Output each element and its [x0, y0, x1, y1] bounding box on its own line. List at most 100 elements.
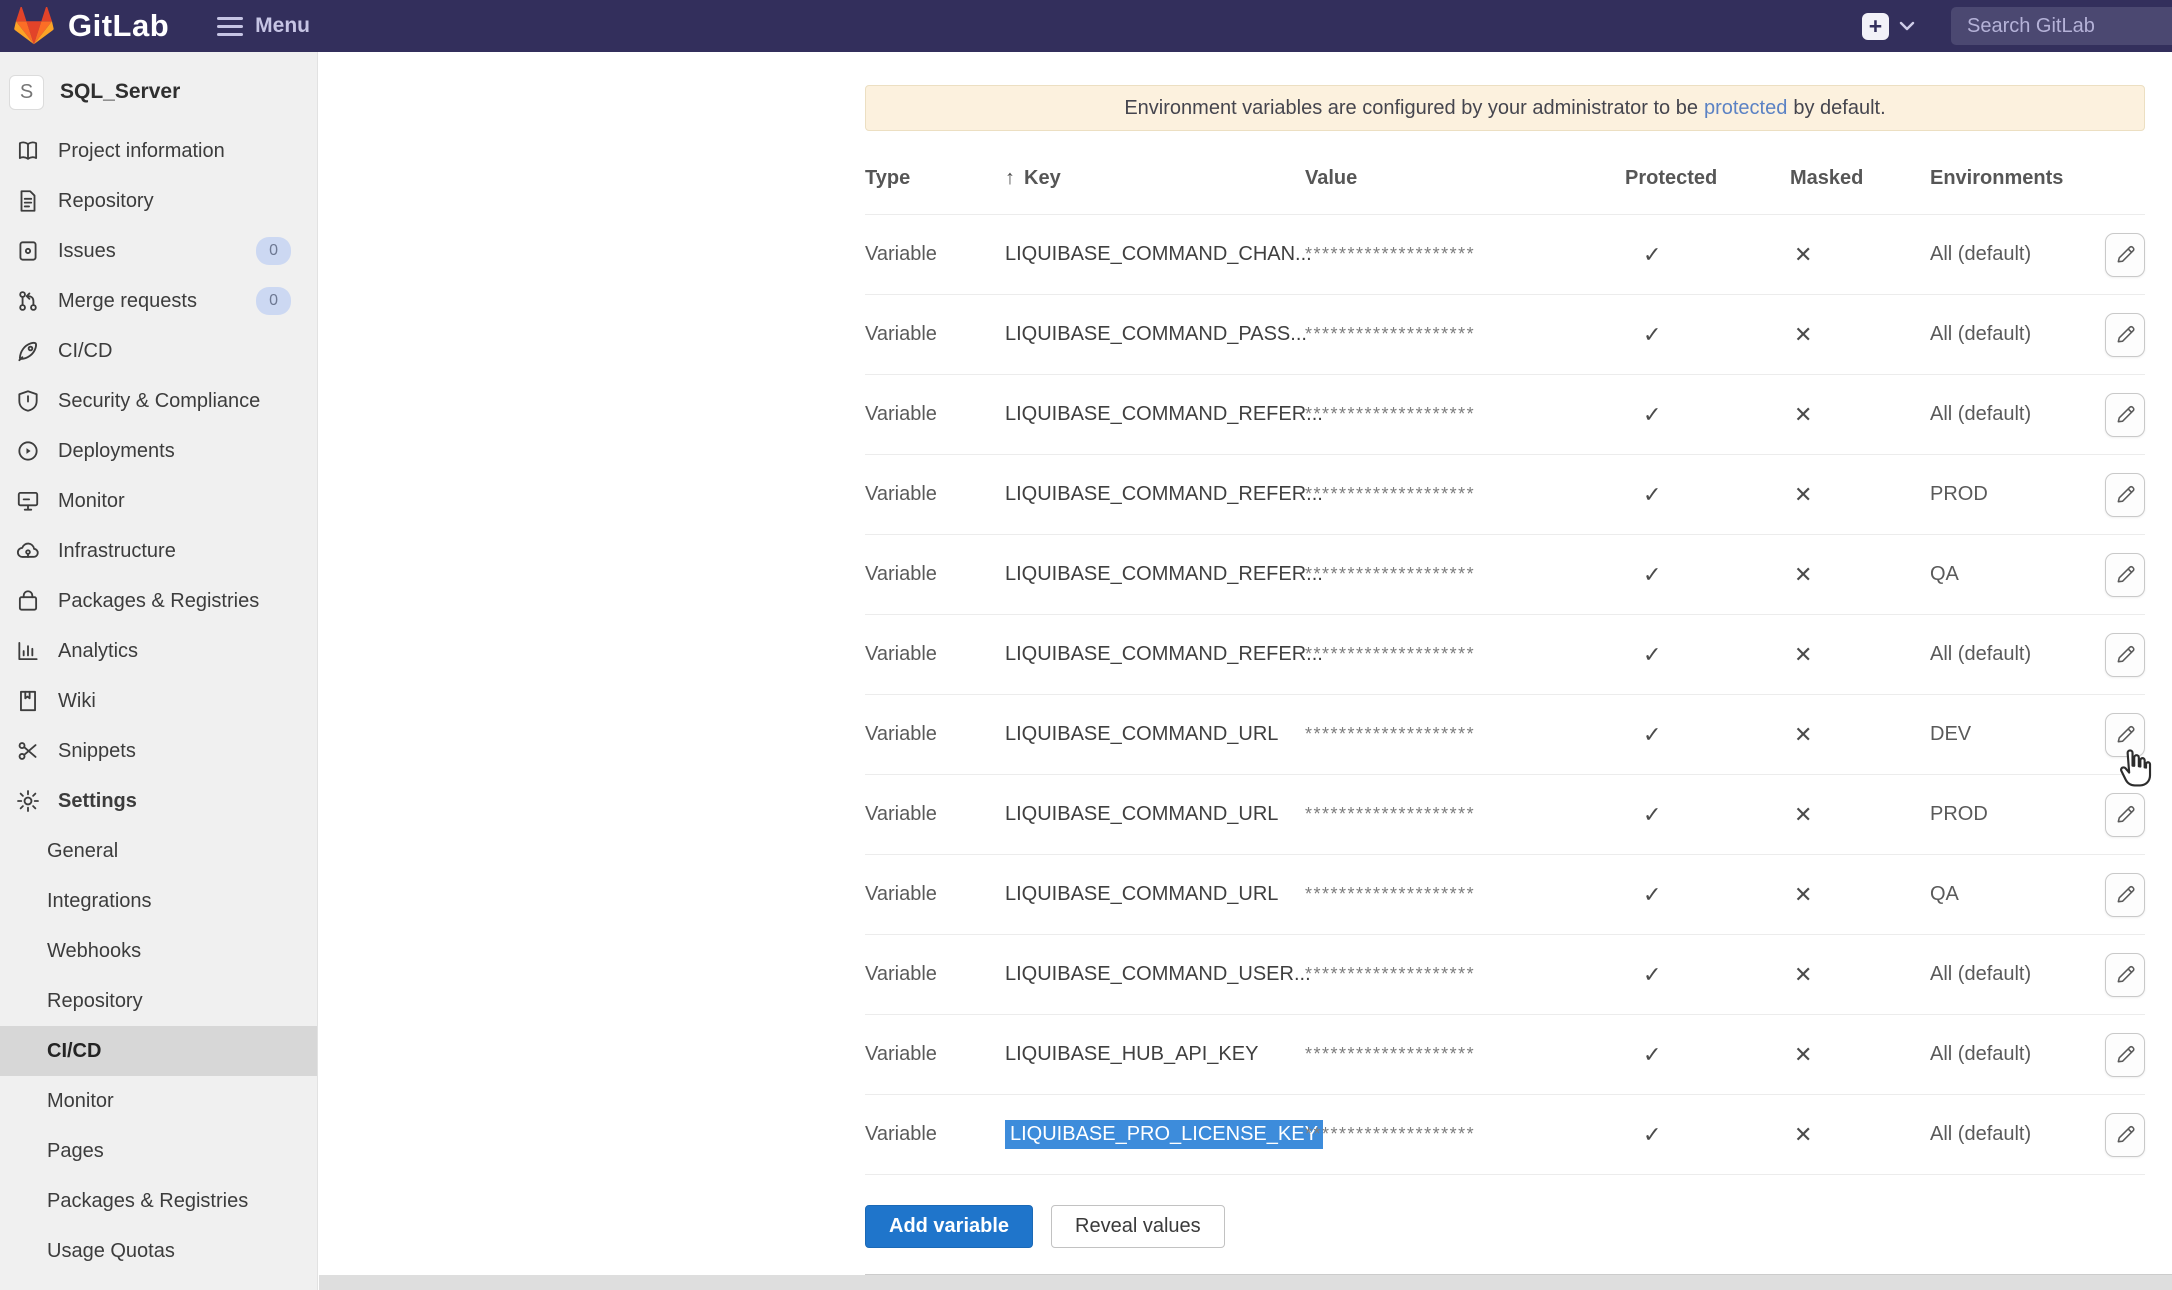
- header-value: Value: [1305, 167, 1625, 190]
- edit-variable-button[interactable]: [2105, 553, 2145, 597]
- variable-key[interactable]: LIQUIBASE_HUB_API_KEY: [1005, 1043, 1258, 1066]
- table-actions: Add variable Reveal values: [865, 1205, 2145, 1248]
- header-masked: Masked: [1790, 167, 1930, 190]
- scissors-icon: [15, 738, 41, 764]
- settings-subitem-ci-cd[interactable]: CI/CD: [0, 1026, 317, 1076]
- edit-variable-button[interactable]: [2105, 793, 2145, 837]
- book-icon: [15, 138, 41, 164]
- sidebar-item-label: Monitor: [58, 490, 125, 513]
- variable-key[interactable]: LIQUIBASE_COMMAND_URL: [1005, 723, 1278, 746]
- settings-subitem-packages-registries[interactable]: Packages & Registries: [0, 1176, 317, 1226]
- pencil-icon: [2114, 483, 2137, 506]
- edit-variable-button[interactable]: [2105, 233, 2145, 277]
- package-icon: [15, 588, 41, 614]
- sidebar-item-analytics[interactable]: Analytics: [0, 626, 317, 676]
- header-key[interactable]: Key: [1024, 167, 1061, 190]
- variable-key[interactable]: LIQUIBASE_COMMAND_REFER...: [1005, 483, 1323, 506]
- edit-variable-button[interactable]: [2105, 1113, 2145, 1157]
- edit-variable-button[interactable]: [2105, 953, 2145, 997]
- variable-key[interactable]: LIQUIBASE_COMMAND_URL: [1005, 883, 1278, 906]
- sidebar-item-security-compliance[interactable]: Security & Compliance: [0, 376, 317, 426]
- brand-title: GitLab: [68, 8, 169, 44]
- settings-subitem-webhooks[interactable]: Webhooks: [0, 926, 317, 976]
- masked-cross-icon: ✕: [1790, 1042, 1812, 1067]
- sidebar-item-label: CI/CD: [58, 340, 112, 363]
- settings-subitem-repository[interactable]: Repository: [0, 976, 317, 1026]
- variable-key[interactable]: LIQUIBASE_COMMAND_REFER...: [1005, 563, 1323, 586]
- issues-icon: [15, 238, 41, 264]
- protected-check-icon: ✓: [1625, 642, 1661, 667]
- variables-table-header: Type ↑ Key Value Protected Masked Enviro…: [865, 131, 2145, 215]
- masked-value: ********************: [1305, 324, 1475, 344]
- sidebar-item-infrastructure[interactable]: Infrastructure: [0, 526, 317, 576]
- sidebar-item-packages-registries[interactable]: Packages & Registries: [0, 576, 317, 626]
- sort-ascending-icon[interactable]: ↑: [1005, 167, 1015, 190]
- environment-scope: PROD: [1930, 803, 1988, 825]
- sidebar-item-project-information[interactable]: Project information: [0, 126, 317, 176]
- sidebar-item-repository[interactable]: Repository: [0, 176, 317, 226]
- sidebar-item-issues[interactable]: Issues 0: [0, 226, 317, 276]
- main-content: Environment variables are configured by …: [319, 52, 2172, 1290]
- sidebar-item-deployments[interactable]: Deployments: [0, 426, 317, 476]
- count-badge: 0: [256, 237, 291, 265]
- edit-variable-button[interactable]: [2105, 313, 2145, 357]
- environment-scope: All (default): [1930, 643, 2031, 665]
- protected-check-icon: ✓: [1625, 1042, 1661, 1067]
- settings-subitem-pages[interactable]: Pages: [0, 1126, 317, 1176]
- settings-subitem-usage-quotas[interactable]: Usage Quotas: [0, 1226, 317, 1276]
- edit-variable-button[interactable]: [2105, 473, 2145, 517]
- sidebar-item-merge-requests[interactable]: Merge requests 0: [0, 276, 317, 326]
- gear-icon: [15, 788, 41, 814]
- variable-type: Variable: [865, 963, 937, 985]
- settings-subitem-integrations[interactable]: Integrations: [0, 876, 317, 926]
- variable-type: Variable: [865, 803, 937, 825]
- add-variable-button[interactable]: Add variable: [865, 1205, 1033, 1248]
- edit-variable-button[interactable]: [2105, 1033, 2145, 1077]
- search-input[interactable]: [1951, 15, 2172, 38]
- sidebar-item-monitor[interactable]: Monitor: [0, 476, 317, 526]
- variable-key[interactable]: LIQUIBASE_COMMAND_URL: [1005, 803, 1278, 826]
- variable-row: Variable LIQUIBASE_HUB_API_KEY *********…: [865, 1015, 2145, 1095]
- masked-value: ********************: [1305, 884, 1475, 904]
- edit-variable-button[interactable]: [2105, 633, 2145, 677]
- edit-variable-button[interactable]: [2105, 713, 2145, 757]
- variable-type: Variable: [865, 243, 937, 265]
- variable-type: Variable: [865, 483, 937, 505]
- pencil-icon: [2114, 323, 2137, 346]
- protected-check-icon: ✓: [1625, 402, 1661, 427]
- protected-check-icon: ✓: [1625, 482, 1661, 507]
- environment-scope: PROD: [1930, 483, 1988, 505]
- variable-key[interactable]: LIQUIBASE_COMMAND_CHAN...: [1005, 243, 1312, 266]
- variable-key[interactable]: LIQUIBASE_COMMAND_USER...: [1005, 963, 1311, 986]
- variable-key[interactable]: LIQUIBASE_COMMAND_REFER...: [1005, 403, 1323, 426]
- project-header[interactable]: S SQL_Server: [0, 66, 317, 118]
- gitlab-logo[interactable]: GitLab: [14, 7, 169, 45]
- variable-row: Variable LIQUIBASE_COMMAND_URL *********…: [865, 775, 2145, 855]
- settings-subitem-monitor[interactable]: Monitor: [0, 1076, 317, 1126]
- protected-check-icon: ✓: [1625, 562, 1661, 587]
- reveal-values-button[interactable]: Reveal values: [1051, 1205, 1225, 1248]
- protected-check-icon: ✓: [1625, 802, 1661, 827]
- sidebar-item-label: Merge requests: [58, 290, 197, 313]
- sidebar-item-wiki[interactable]: Wiki: [0, 676, 317, 726]
- project-name: SQL_Server: [60, 80, 180, 104]
- edit-variable-button[interactable]: [2105, 873, 2145, 917]
- variable-key[interactable]: LIQUIBASE_PRO_LICENSE_KEY: [1005, 1120, 1323, 1149]
- menu-button[interactable]: Menu: [217, 14, 310, 38]
- masked-value: ********************: [1305, 244, 1475, 264]
- pencil-icon: [2114, 963, 2137, 986]
- sidebar-item-label: Issues: [58, 240, 116, 263]
- variable-key[interactable]: LIQUIBASE_COMMAND_REFER...: [1005, 643, 1323, 666]
- variable-key[interactable]: LIQUIBASE_COMMAND_PASS...: [1005, 323, 1307, 346]
- pencil-icon: [2114, 1043, 2137, 1066]
- sidebar-item-snippets[interactable]: Snippets: [0, 726, 317, 776]
- sidebar-item-ci-cd[interactable]: CI/CD: [0, 326, 317, 376]
- sidebar-item-label: Packages & Registries: [58, 590, 259, 613]
- new-item-dropdown[interactable]: +: [1862, 13, 1915, 40]
- protected-link[interactable]: protected: [1704, 97, 1787, 120]
- edit-variable-button[interactable]: [2105, 393, 2145, 437]
- masked-cross-icon: ✕: [1790, 402, 1812, 427]
- sidebar-nav: Project information Repository Issues 0 …: [0, 126, 317, 826]
- sidebar-item-settings[interactable]: Settings: [0, 776, 317, 826]
- settings-subitem-general[interactable]: General: [0, 826, 317, 876]
